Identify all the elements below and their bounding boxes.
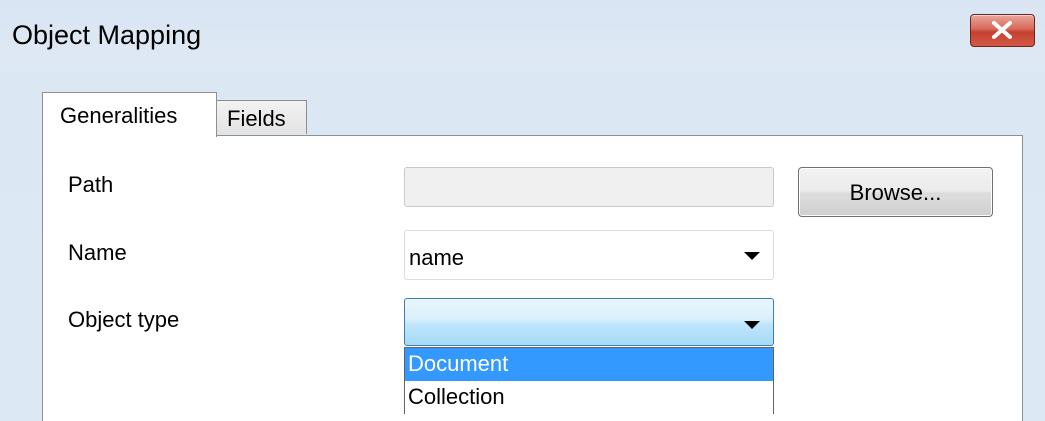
tab-generalities-label: Generalities <box>60 103 178 128</box>
chevron-down-icon <box>744 252 760 260</box>
name-select-value: name <box>409 245 465 270</box>
object-type-label: Object type <box>68 307 180 332</box>
close-icon <box>992 21 1012 39</box>
path-label: Path <box>68 172 114 197</box>
close-button[interactable] <box>970 14 1035 47</box>
path-input[interactable] <box>404 167 774 207</box>
browse-button[interactable]: Browse... <box>798 167 993 217</box>
tab-fields[interactable]: Fields <box>217 100 307 134</box>
name-label: Name <box>68 240 127 265</box>
tab-fields-label: Fields <box>227 106 286 131</box>
name-select[interactable]: name <box>404 230 774 280</box>
option-document-label: Document <box>408 351 509 376</box>
option-collection-label: Collection <box>408 384 505 409</box>
dropdown-option-collection[interactable]: Collection <box>405 381 773 414</box>
object-type-dropdown-list: Document Collection <box>404 347 774 414</box>
title-bar: Object Mapping <box>0 0 1045 72</box>
tab-generalities[interactable]: Generalities <box>42 92 217 137</box>
dropdown-option-document[interactable]: Document <box>405 348 773 381</box>
chevron-down-icon <box>744 321 760 329</box>
object-mapping-dialog: Object Mapping Generalities Fields Path … <box>0 0 1045 421</box>
object-type-select[interactable] <box>404 298 774 346</box>
browse-button-label: Browse... <box>849 180 942 205</box>
window-title: Object Mapping <box>12 20 202 50</box>
